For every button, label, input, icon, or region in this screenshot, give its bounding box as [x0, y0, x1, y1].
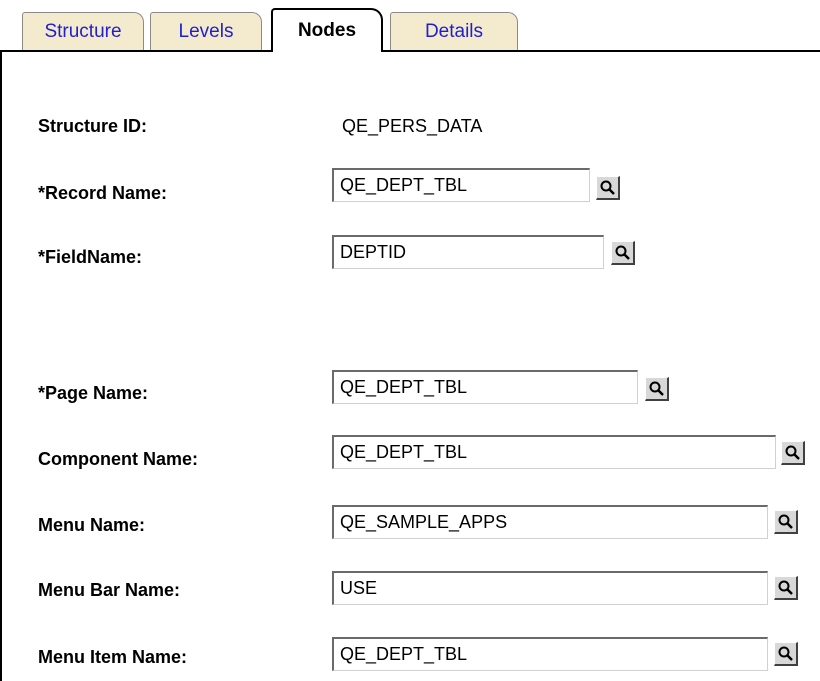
tab-levels[interactable]: Levels — [150, 12, 262, 50]
component-name-label: Component Name: — [38, 449, 199, 469]
field-name-lookup-button[interactable] — [611, 241, 635, 265]
magnifier-icon — [649, 381, 664, 396]
record-name-lookup-button[interactable] — [596, 176, 620, 200]
magnifier-icon — [785, 445, 800, 460]
menu-bar-name-input[interactable] — [332, 571, 768, 605]
menu-bar-name-lookup-button[interactable] — [774, 576, 798, 600]
field-name-label: *FieldName: — [38, 247, 143, 267]
magnifier-icon — [600, 180, 615, 195]
tab-nodes[interactable]: Nodes — [271, 8, 383, 54]
menu-item-name-lookup-button[interactable] — [774, 642, 798, 666]
magnifier-icon — [615, 245, 630, 260]
menu-item-name-label: Menu Item Name: — [38, 647, 188, 667]
tab-structure[interactable]: Structure — [22, 12, 144, 50]
record-name-input[interactable] — [332, 168, 590, 202]
tab-details[interactable]: Details — [390, 12, 518, 50]
menu-name-label: Menu Name: — [38, 515, 146, 535]
field-name-input[interactable] — [332, 235, 604, 269]
page-name-input[interactable] — [332, 370, 638, 404]
page-name-label: *Page Name: — [38, 383, 149, 403]
menu-item-name-input[interactable] — [332, 637, 768, 671]
component-name-lookup-button[interactable] — [781, 441, 805, 465]
structure-id-value: QE_PERS_DATA — [342, 116, 483, 136]
record-name-label: *Record Name: — [38, 183, 168, 203]
menu-name-lookup-button[interactable] — [774, 510, 798, 534]
menu-name-input[interactable] — [332, 505, 768, 539]
structure-id-label: Structure ID: — [38, 116, 148, 136]
magnifier-icon — [778, 646, 793, 661]
tab-strip: Structure Levels Nodes Details — [0, 0, 820, 54]
component-name-input[interactable] — [332, 435, 776, 469]
magnifier-icon — [778, 514, 793, 529]
tab-baseline — [0, 50, 820, 52]
menu-bar-name-label: Menu Bar Name: — [38, 580, 181, 600]
magnifier-icon — [778, 580, 793, 595]
content-frame-border — [0, 50, 2, 681]
page-name-lookup-button[interactable] — [645, 377, 669, 401]
